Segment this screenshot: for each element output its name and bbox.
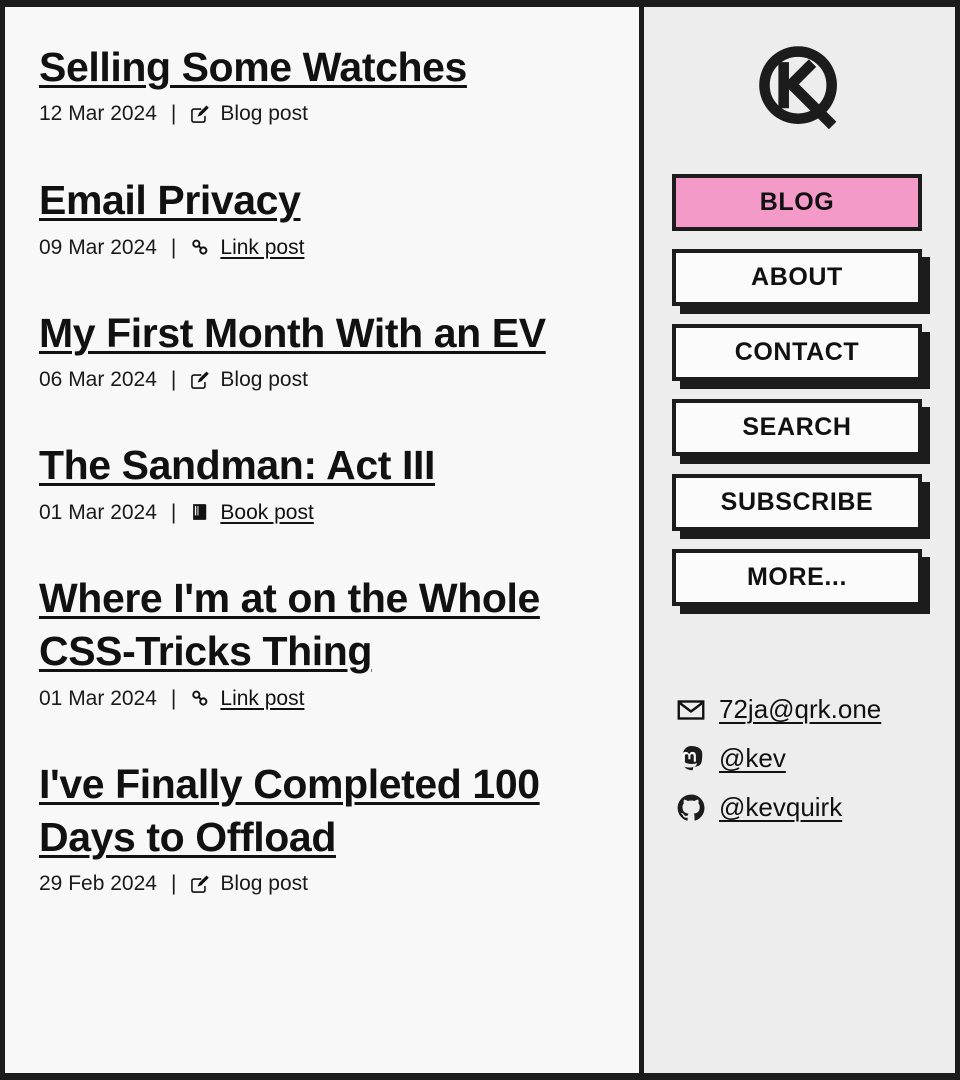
post-type-label[interactable]: Book post [220,500,313,525]
post-title-link[interactable]: Where I'm at on the Whole CSS-Tricks Thi… [39,575,540,674]
envelope-icon [676,695,706,725]
pencil-square-icon [189,369,211,391]
post-item: Email Privacy 09 Mar 2024 | Link post [39,174,639,259]
nav-item: MORE... [672,549,927,606]
post-title-link[interactable]: Selling Some Watches [39,44,467,90]
github-icon [676,793,706,823]
post-title-link[interactable]: I've Finally Completed 100 Days to Offlo… [39,761,540,860]
post-type: Book post [189,500,314,525]
meta-separator: | [170,500,177,524]
contact-row-github: @kevquirk [676,792,927,823]
post-date: 29 Feb 2024 [39,872,157,896]
github-link[interactable]: @kevquirk [719,792,842,823]
sidebar-item-search[interactable]: SEARCH [672,399,922,456]
post-type-label: Blog post [220,368,308,392]
post-type: Link post [189,686,304,711]
sidebar-nav: BLOG ABOUT CONTACT SEARCH SUBSCRIBE MORE… [672,174,927,624]
post-meta: 01 Mar 2024 | Link post [39,686,639,711]
meta-separator: | [170,686,177,710]
post-title-wrap: Email Privacy [39,174,639,227]
post-item: My First Month With an EV 06 Mar 2024 | … [39,307,639,392]
post-type-label: Blog post [220,872,308,896]
post-title-wrap: The Sandman: Act III [39,439,639,492]
contact-row-email: 72ja@qrk.one [676,694,927,725]
post-item: Selling Some Watches 12 Mar 2024 | Blog … [39,41,639,126]
kq-monogram-logo[interactable] [752,41,848,142]
post-type: Blog post [189,101,308,126]
post-meta: 09 Mar 2024 | Link post [39,235,639,260]
post-meta: 06 Mar 2024 | Blog post [39,367,639,392]
post-meta: 29 Feb 2024 | Blog post [39,871,639,896]
contact-links: 72ja@qrk.one @kev @kevquirk [672,694,927,841]
post-date: 06 Mar 2024 [39,368,157,392]
post-title-link[interactable]: Email Privacy [39,177,301,223]
nav-item: CONTACT [672,324,927,381]
sidebar-item-subscribe[interactable]: SUBSCRIBE [672,474,922,531]
post-title-wrap: Selling Some Watches [39,41,639,94]
nav-item: BLOG [672,174,927,231]
post-item: I've Finally Completed 100 Days to Offlo… [39,758,639,897]
sidebar: BLOG ABOUT CONTACT SEARCH SUBSCRIBE MORE… [644,7,955,1073]
post-title-wrap: Where I'm at on the Whole CSS-Tricks Thi… [39,572,639,679]
post-meta: 01 Mar 2024 | Book post [39,500,639,525]
post-item: Where I'm at on the Whole CSS-Tricks Thi… [39,572,639,711]
post-item: The Sandman: Act III 01 Mar 2024 | Book … [39,439,639,524]
post-type-label[interactable]: Link post [220,235,304,260]
mastodon-link[interactable]: @kev [719,743,786,774]
contact-row-mastodon: @kev [676,743,927,774]
post-title-wrap: I've Finally Completed 100 Days to Offlo… [39,758,639,865]
post-date: 09 Mar 2024 [39,235,157,259]
post-meta: 12 Mar 2024 | Blog post [39,101,639,126]
post-type: Link post [189,235,304,260]
sidebar-item-more[interactable]: MORE... [672,549,922,606]
email-link[interactable]: 72ja@qrk.one [719,694,881,725]
post-title-wrap: My First Month With an EV [39,307,639,360]
post-date: 01 Mar 2024 [39,500,157,524]
sidebar-item-blog[interactable]: BLOG [672,174,922,231]
post-list: Selling Some Watches 12 Mar 2024 | Blog … [5,7,639,1073]
meta-separator: | [170,368,177,392]
book-icon [189,501,211,523]
post-date: 12 Mar 2024 [39,102,157,126]
post-type-label[interactable]: Link post [220,686,304,711]
pencil-square-icon [189,873,211,895]
sidebar-item-contact[interactable]: CONTACT [672,324,922,381]
chain-link-icon [189,687,211,709]
meta-separator: | [170,872,177,896]
nav-item: ABOUT [672,249,927,306]
post-type: Blog post [189,871,308,896]
mastodon-icon [676,744,706,774]
post-title-link[interactable]: The Sandman: Act III [39,442,435,488]
post-type-label: Blog post [220,102,308,126]
page-frame: Selling Some Watches 12 Mar 2024 | Blog … [0,0,960,1080]
meta-separator: | [170,102,177,126]
chain-link-icon [189,236,211,258]
nav-item: SUBSCRIBE [672,474,927,531]
pencil-square-icon [189,103,211,125]
post-type: Blog post [189,367,308,392]
sidebar-item-about[interactable]: ABOUT [672,249,922,306]
nav-item: SEARCH [672,399,927,456]
meta-separator: | [170,235,177,259]
post-date: 01 Mar 2024 [39,686,157,710]
post-title-link[interactable]: My First Month With an EV [39,310,546,356]
